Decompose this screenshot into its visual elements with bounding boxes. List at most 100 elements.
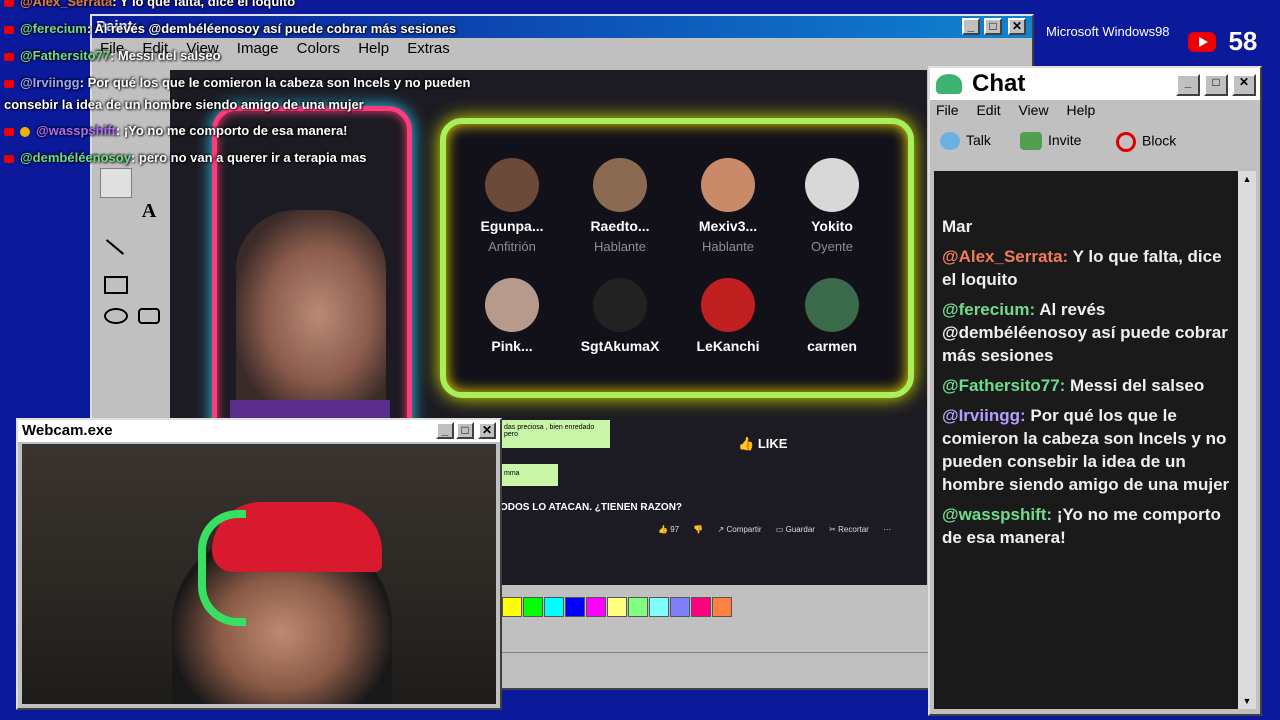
palette-color[interactable]	[649, 597, 669, 617]
webcam-titlebar: Webcam.exe	[18, 420, 500, 442]
avatar	[805, 278, 859, 332]
youtube-icon	[4, 79, 14, 88]
chat-title: Chat	[972, 70, 1026, 97]
palette-color[interactable]	[712, 597, 732, 617]
chat-message: @wasspshift: ¡Yo no me comporto de esa m…	[942, 505, 1221, 547]
more-icon[interactable]: ⋯	[883, 525, 891, 534]
rectangle-tool-icon[interactable]	[104, 276, 128, 294]
participant[interactable]: Mexiv3... Hablante	[678, 158, 778, 254]
chat-menubar: File Edit View Help	[930, 102, 1260, 126]
youtube-icon	[4, 52, 14, 61]
youtube-icon	[4, 25, 14, 34]
streamer-guest-image	[236, 210, 386, 420]
palette-color[interactable]	[586, 597, 606, 617]
overlay-chat-line: @Alex_Serrata: Y lo que falta, dice el l…	[4, 0, 295, 9]
chat-message: @ferecium: Al revés @dembéléenosoy así p…	[942, 300, 1228, 365]
overlay-chat-line: @ferecium: Al revés @dembéléenosoy así p…	[4, 21, 456, 36]
palette-color[interactable]	[544, 597, 564, 617]
menu-extras[interactable]: Extras	[407, 40, 450, 57]
close-button[interactable]: ✕	[1008, 18, 1026, 35]
palette-color[interactable]	[523, 597, 543, 617]
participant[interactable]: Yokito Oyente	[782, 158, 882, 254]
palette-color[interactable]	[607, 597, 627, 617]
maximize-button[interactable]: □	[984, 18, 1002, 35]
overlay-chat-line: consebir la idea de un hombre siendo ami…	[4, 97, 364, 112]
windows98-logo: Microsoft Windows98	[1046, 24, 1170, 39]
line-tool-icon[interactable]	[105, 239, 125, 255]
minimize-button[interactable]: _	[436, 422, 454, 439]
participant[interactable]: Pink...	[462, 278, 562, 354]
green-headset	[198, 510, 246, 626]
overlay-chat-line: @wasspshift: ¡Yo no me comporto de esa m…	[4, 123, 348, 138]
webcam-window: Webcam.exe _ □ ✕	[16, 418, 502, 710]
close-button[interactable]: ✕	[478, 422, 496, 439]
message-bubble: mma	[500, 464, 558, 486]
chat-scrollbar[interactable]: ▲ ▼	[1238, 171, 1256, 709]
menu-image[interactable]: Image	[237, 40, 279, 57]
chat-people-icon	[936, 74, 962, 94]
like-overlay: 👍 LIKE	[738, 436, 788, 451]
menu-colors[interactable]: Colors	[297, 40, 340, 57]
invite-button[interactable]: Invite	[1020, 132, 1081, 151]
chat-message: @Fathersito77: Messi del salseo	[942, 376, 1205, 395]
minimize-button[interactable]: _	[1176, 74, 1200, 96]
chat-log: Mar @Alex_Serrata: Y lo que falta, dice …	[934, 171, 1240, 709]
participant[interactable]: SgtAkumaX	[570, 278, 670, 354]
palette-color[interactable]	[691, 597, 711, 617]
block-icon	[1116, 132, 1136, 152]
chat-toolbar: Talk Invite Block	[940, 132, 1240, 158]
paint-menubar: File Edit View Image Colors Help Extras	[92, 40, 1032, 64]
maximize-button[interactable]: □	[1204, 74, 1228, 96]
clip-button[interactable]: ✂ Recortar	[829, 525, 869, 534]
palette-color[interactable]	[502, 597, 522, 617]
palette-color[interactable]	[628, 597, 648, 617]
avatar	[701, 158, 755, 212]
close-button[interactable]: ✕	[1232, 74, 1256, 96]
participant[interactable]: Raedto... Hablante	[570, 158, 670, 254]
avatar	[701, 278, 755, 332]
menu-file[interactable]: File	[936, 102, 959, 118]
participant[interactable]: LeKanchi	[678, 278, 778, 354]
overlay-chat-line: @dembéléenosoy: pero no van a querer ir …	[4, 150, 366, 165]
paint-toolbox: A	[98, 76, 168, 326]
chat-message: @Irviingg: Por qué los que le comieron l…	[942, 406, 1230, 494]
thumbs-up-icon: 👍	[738, 436, 755, 451]
menu-edit[interactable]: Edit	[976, 102, 1000, 118]
palette-color[interactable]	[670, 597, 690, 617]
participant[interactable]: Egunpa... Anfitrión	[462, 158, 562, 254]
youtube-icon	[4, 0, 14, 7]
ellipse-tool-icon[interactable]	[104, 308, 128, 324]
avatar	[593, 278, 647, 332]
chat-message: Mar	[942, 217, 973, 236]
fill-tool-icon[interactable]	[134, 168, 164, 196]
avatar	[485, 158, 539, 212]
overlay-chat-line: @Fathersito77: Messi del salseo	[4, 48, 221, 63]
scroll-down-arrow-icon[interactable]: ▼	[1238, 693, 1256, 709]
menu-help[interactable]: Help	[1066, 102, 1095, 118]
maximize-button[interactable]: □	[456, 422, 474, 439]
like-button[interactable]: 👍 97	[658, 525, 679, 534]
video-title: ODOS LO ATACAN. ¿TIENEN RAZON?	[500, 502, 683, 513]
share-button[interactable]: ↗ Compartir	[718, 525, 762, 534]
talk-icon	[940, 132, 960, 151]
dislike-button[interactable]: 👎	[693, 525, 703, 534]
spaces-participants-panel: Egunpa... Anfitrión Raedto... Hablante Mex…	[440, 118, 914, 398]
avatar	[593, 158, 647, 212]
talk-button[interactable]: Talk	[940, 132, 991, 151]
block-button[interactable]: Block	[1116, 132, 1176, 152]
youtube-viewer-count: 58	[1188, 26, 1257, 56]
webcam-feed	[22, 444, 496, 704]
rounded-rect-tool-icon[interactable]	[138, 308, 160, 324]
avatar	[805, 158, 859, 212]
scroll-up-arrow-icon[interactable]: ▲	[1238, 171, 1256, 187]
participant[interactable]: carmen	[782, 278, 882, 354]
video-actions: 👍 97 👎 ↗ Compartir ▭ Guardar ✂ Recortar …	[658, 525, 891, 534]
menu-help[interactable]: Help	[358, 40, 389, 57]
menu-view[interactable]: View	[1018, 102, 1048, 118]
minimize-button[interactable]: _	[962, 18, 980, 35]
pencil-tool-icon[interactable]	[100, 168, 132, 198]
message-bubble: das preciosa , bien enredado pero	[500, 420, 610, 448]
save-button[interactable]: ▭ Guardar	[776, 525, 815, 534]
text-tool-icon[interactable]: A	[134, 200, 164, 228]
palette-color[interactable]	[565, 597, 585, 617]
